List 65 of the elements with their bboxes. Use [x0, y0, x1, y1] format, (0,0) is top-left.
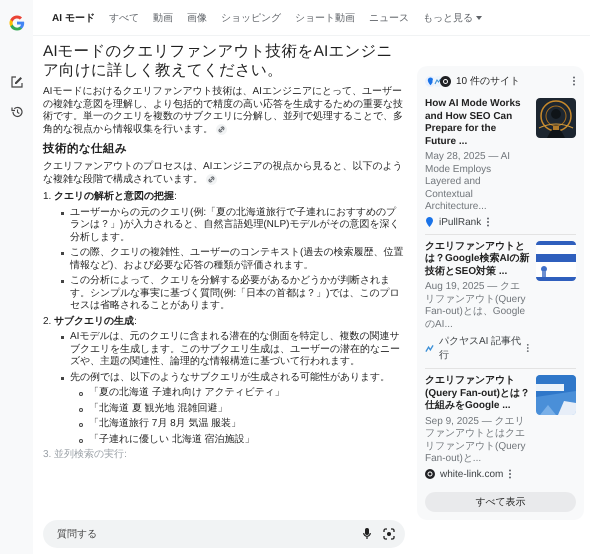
history-icon[interactable]: [10, 106, 22, 118]
nav-tab[interactable]: AI モード: [52, 10, 95, 24]
bullet-icon: [61, 212, 64, 215]
source-card[interactable]: クエリファンアウト(Query Fan-out)とは？仕組みをGoogle ... Sep 9, 2025 — クエリファンアウトとはクエリファンアウト(Query Fan-out)と... white-link.com: [425, 369, 576, 486]
more-menu[interactable]: もっと見る: [422, 10, 482, 24]
edit-icon[interactable]: [10, 76, 22, 88]
list-text: この際、クエリの複雑性、ユーザーのコンテキスト(過去の検索履歴、位置情報など)、および必要な応答の種類が評価されます。: [70, 247, 404, 272]
more-icon[interactable]: [486, 217, 490, 227]
source-title[interactable]: クエリファンアウト(Query Fan-out)とは？仕組みをGoogle ...: [425, 375, 530, 412]
site-logo-icon: [425, 469, 435, 479]
question-field[interactable]: 質問する: [55, 528, 351, 540]
list-text: ユーザーからの元のクエリ(例:「夏の北海道旅行で子連れにおすすめのプランは？」)が入力されると、自然言語処理(NLP)モデルがその意図を深く分析します。: [70, 206, 400, 244]
answer-paragraph: AIモードにおけるクエリファンアウト技術は、AIエンジニアにとって、ユーザーの複雑な意図を理解し、より包括的で精度の高い応答を生成するための重要な技術です。単一のクエリを複数のサブクエリに分解し、並列で処理することで、多角的な視点から情報収集を行います。: [43, 86, 404, 136]
caret-icon[interactable]: [476, 16, 482, 20]
pin-icon: [425, 217, 434, 227]
nav-tab[interactable]: ショッピング: [220, 10, 281, 24]
source-snippet: Aug 19, 2025 — クエリファンアウト(Query Fan-out)とは、GoogleのAI...: [425, 281, 527, 331]
source-snippet: May 28, 2025 — AI Mode Employs Layered and Contextual Architecture...: [425, 151, 512, 214]
source-snippet: Sep 9, 2025 — クエリファンアウトとはクエリファンアウト(Query Fan-out)と...: [425, 416, 527, 466]
question-box[interactable]: 質問する: [43, 520, 405, 548]
step-title: 3. 並列検索の実行:: [43, 449, 128, 462]
list-text: AIモデルは、元のクエリに含まれる潜在的な側面を特定し、複数の関連サブクエリを生成します。このサブクエリ生成は、ユーザーの潜在的なニーズや、主題の関連性、論理的な情報構造に基づいて行われます。: [70, 331, 401, 369]
section-heading: 技術的な仕組み: [43, 141, 128, 156]
more-icon[interactable]: [572, 76, 576, 86]
list-text: 「子連れに優しい 北海道 宿泊施設」: [89, 434, 255, 446]
bullet-icon: [61, 280, 64, 284]
chart-icon: [425, 344, 434, 352]
show-all-button[interactable]: すべて表示: [425, 492, 576, 512]
source-card[interactable]: クエリファンアウトとは？Google検索AIの新技術とSEO対策 ... Aug 19, 2025 — クエリファンアウト(Query Fan-out)とは、GoogleのAI... パクヤスAI 記事代行: [425, 234, 576, 369]
nav-tab[interactable]: ショート動画: [294, 10, 355, 24]
step-title: 1. クエリの解析と意図の把握:: [43, 191, 178, 204]
answer-paragraph: クエリファンアウトのプロセスは、AIエンジニアの視点から見ると、以下のような複雑な段階で構成されています。: [43, 161, 404, 186]
site-name: iPullRank: [439, 216, 482, 228]
logo-icon[interactable]: [8, 14, 26, 32]
site-name: white-link.com: [440, 468, 504, 480]
bullet-icon: [79, 438, 83, 443]
list-text: この分析によって、クエリを分解する必要があるかどうかが判断されます。シンプルな事実に基づく質問(例:「日本の首都は？」)では、このプロセスは省略されることがあります。: [70, 275, 400, 313]
step-title: 2. サブクエリの生成:: [43, 316, 138, 328]
nav-tab[interactable]: 動画: [152, 10, 173, 24]
bullet-icon: [61, 252, 64, 256]
nav-tab[interactable]: 画像: [186, 10, 207, 24]
more-icon[interactable]: [508, 469, 512, 479]
bullet-icon: [79, 392, 83, 396]
question-title: AIモードのクエリファンアウト技術をAIエンジニア向けに詳しく教えてください。: [43, 42, 394, 80]
site-name: パクヤスAI 記事代行: [438, 334, 522, 362]
camera-search-icon[interactable]: [383, 528, 395, 540]
list-text: 「北海道旅行 7月 8月 気温 服装」: [89, 418, 242, 431]
list-text: 「北海道 夏 観光地 混雑回避」: [89, 402, 228, 416]
link-icon[interactable]: [206, 174, 217, 185]
source-count: 10 件のサイト: [456, 75, 521, 88]
source-title[interactable]: クエリファンアウトとは？Google検索AIの新技術とSEO対策 ...: [425, 240, 530, 278]
more-icon[interactable]: [526, 343, 530, 353]
source-card[interactable]: How AI Mode Works and How SEO Can Prepare for the Future ... May 28, 2025 — AI Mode Employs Layered and Contextual Architecture... iPullRank: [425, 92, 576, 234]
bullet-icon: [61, 336, 64, 340]
microphone-icon[interactable]: [363, 528, 371, 540]
source-title[interactable]: How AI Mode Works and How SEO Can Prepare for the Future ...: [425, 98, 530, 148]
nav-tab[interactable]: すべて: [108, 10, 139, 24]
bullet-icon: [61, 376, 64, 380]
bullet-icon: [79, 408, 83, 412]
bullet-icon: [79, 423, 83, 428]
site-icons: [425, 76, 451, 86]
list-text: 先の例では、以下のようなサブクエリが生成される可能性があります。: [70, 372, 390, 384]
nav-tab[interactable]: ニュース: [368, 10, 409, 24]
link-icon[interactable]: [216, 124, 227, 134]
list-text: 「夏の北海道 子連れ向け アクティビティ」: [89, 387, 285, 400]
